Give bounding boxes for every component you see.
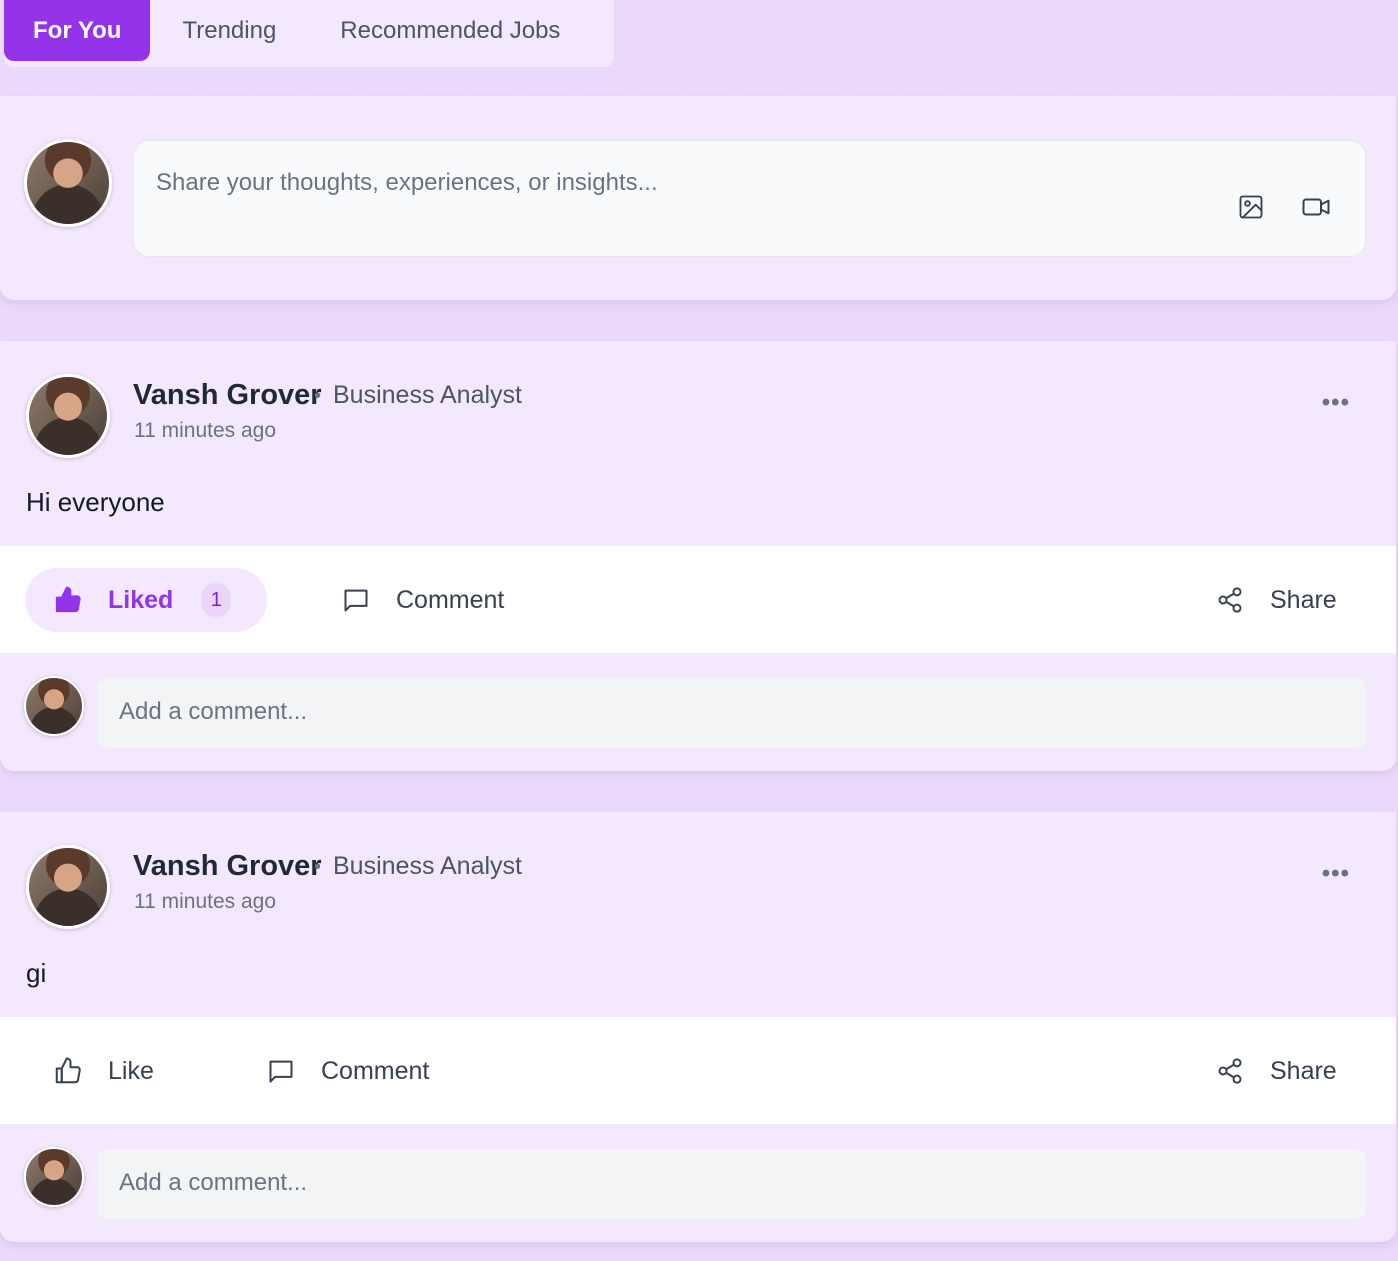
comment-input[interactable]: Add a comment... [97,678,1366,748]
post-card: Vansh Grover • Business Analyst 11 minut… [0,341,1396,771]
tab-for-you[interactable]: For You [4,0,151,61]
comment-label: Comment [396,585,505,614]
composer-placeholder: Share your thoughts, experiences, or ins… [156,169,658,196]
post-composer: Share your thoughts, experiences, or ins… [0,96,1396,300]
post-actions: Liked 1 Comment Share [0,546,1396,654]
avatar [24,1147,84,1207]
post-time: 11 minutes ago [134,890,277,913]
separator-dot: • [314,385,322,407]
avatar[interactable] [26,845,110,929]
comment-row: Add a comment... [0,1125,1396,1242]
avatar[interactable] [24,139,112,227]
share-button[interactable]: Share [1214,568,1337,632]
thumbs-up-icon [52,1055,84,1087]
comment-placeholder: Add a comment... [119,698,308,725]
composer-input[interactable]: Share your thoughts, experiences, or ins… [133,140,1366,257]
post-actions: Like Comment Share [0,1017,1396,1125]
post-time: 11 minutes ago [134,419,277,442]
like-label: Liked [108,585,174,614]
like-button[interactable]: Liked 1 [25,568,267,632]
share-label: Share [1270,585,1337,614]
video-icon[interactable] [1300,191,1332,223]
comment-icon [340,584,372,616]
more-options-icon[interactable]: ••• [1322,860,1350,888]
comment-button[interactable]: Comment [340,568,504,632]
share-button[interactable]: Share [1214,1039,1337,1103]
share-icon [1214,584,1246,616]
share-icon [1214,1055,1246,1087]
post-content: gi [26,958,47,988]
author-name[interactable]: Vansh Grover [133,379,322,412]
thumbs-up-icon [52,584,84,616]
author-name[interactable]: Vansh Grover [133,850,322,883]
like-button[interactable]: Like [52,1039,154,1103]
tab-recommended-jobs[interactable]: Recommended Jobs [308,0,592,61]
comment-label: Comment [321,1056,430,1085]
feed-tabs: For You Trending Recommended Jobs [4,0,614,67]
comment-icon [265,1055,297,1087]
share-label: Share [1270,1056,1337,1085]
like-count: 1 [201,583,232,617]
comment-button[interactable]: Comment [265,1039,429,1103]
image-icon[interactable] [1235,191,1267,223]
comment-row: Add a comment... [0,654,1396,771]
more-options-icon[interactable]: ••• [1322,389,1350,417]
comment-placeholder: Add a comment... [119,1169,308,1196]
tab-trending[interactable]: Trending [150,0,308,61]
post-content: Hi everyone [26,487,165,517]
author-role: Business Analyst [333,381,522,409]
comment-input[interactable]: Add a comment... [97,1149,1366,1219]
author-role: Business Analyst [333,852,522,880]
avatar [24,676,84,736]
avatar[interactable] [26,374,110,458]
like-label: Like [108,1056,154,1085]
separator-dot: • [314,856,322,878]
post-card: Vansh Grover • Business Analyst 11 minut… [0,812,1396,1242]
